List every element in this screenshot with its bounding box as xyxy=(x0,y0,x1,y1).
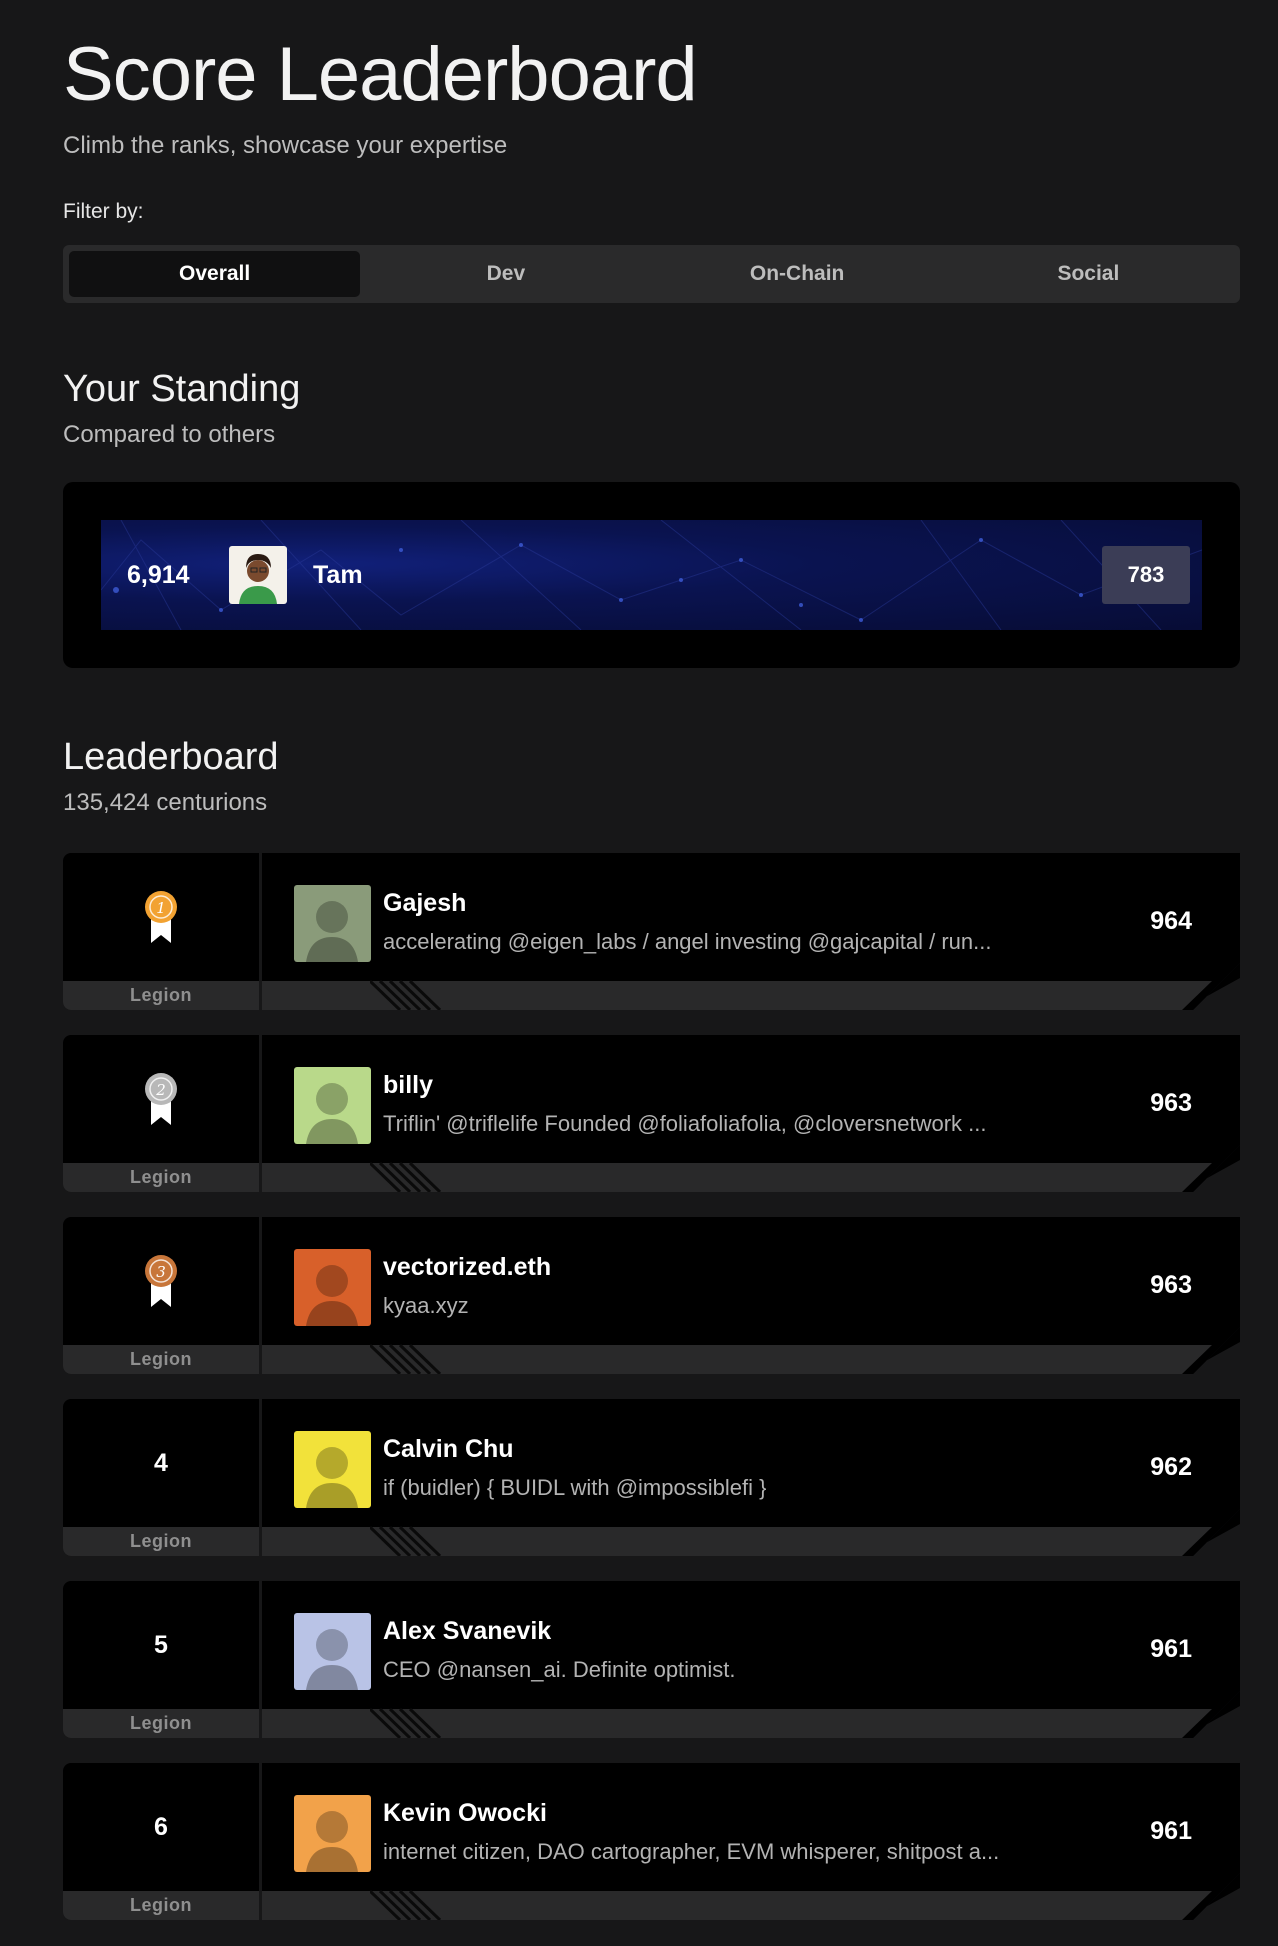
profile-score: 964 xyxy=(1150,906,1192,935)
tab-overall[interactable]: Overall xyxy=(69,251,361,297)
profile-score: 962 xyxy=(1150,1452,1192,1481)
profile-name[interactable]: Gajesh xyxy=(383,889,466,918)
rank-area: 6 xyxy=(63,1763,259,1891)
rank-area: 3 xyxy=(63,1217,259,1345)
profile-score: 961 xyxy=(1150,1816,1192,1845)
profile-name[interactable]: billy xyxy=(383,1071,433,1100)
leaderboard-row[interactable]: 4 Legion Calvin Chu if (buidler) { BUIDL… xyxy=(63,1399,1240,1556)
leaderboard-row[interactable]: 1 Legion Gajesh accelerating @eigen_labs… xyxy=(63,853,1240,1010)
avatar-icon xyxy=(294,1249,371,1326)
medal-gold-icon: 1 xyxy=(145,891,177,943)
profile-avatar xyxy=(294,1249,371,1326)
standing-subtitle: Compared to others xyxy=(63,421,276,448)
profile-panel: Alex Svanevik CEO @nansen_ai. Definite o… xyxy=(262,1581,1240,1738)
rank-area: 2 xyxy=(63,1035,259,1163)
medal-number: 1 xyxy=(156,899,166,917)
filter-label: Filter by: xyxy=(63,200,144,223)
tier-label: Legion xyxy=(63,981,259,1010)
avatar-icon xyxy=(294,885,371,962)
page-subtitle: Climb the ranks, showcase your expertise xyxy=(63,132,508,159)
tab-on-chain[interactable]: On-Chain xyxy=(652,251,943,297)
avatar-icon xyxy=(294,1067,371,1144)
rank-number: 5 xyxy=(154,1630,168,1659)
tier-label: Legion xyxy=(63,1163,259,1192)
profile-bio: internet citizen, DAO cartographer, EVM … xyxy=(383,1839,1000,1864)
rank-area: 4 xyxy=(63,1399,259,1527)
leaderboard-count: 135,424 centurions xyxy=(63,789,268,816)
profile-bio: accelerating @eigen_labs / angel investi… xyxy=(383,929,992,954)
profile-name[interactable]: Alex Svanevik xyxy=(383,1617,551,1646)
tier-label: Legion xyxy=(63,1527,259,1556)
page-title: Score Leaderboard xyxy=(63,32,698,117)
profile-score: 961 xyxy=(1150,1634,1192,1663)
rank-area: 1 xyxy=(63,853,259,981)
rank-panel: 4 Legion xyxy=(63,1399,259,1556)
profile-avatar xyxy=(294,1795,371,1872)
tab-social[interactable]: Social xyxy=(943,251,1234,297)
profile-score: 963 xyxy=(1150,1270,1192,1299)
tab-dev[interactable]: Dev xyxy=(360,251,651,297)
rank-area: 5 xyxy=(63,1581,259,1709)
rank-number: 4 xyxy=(154,1448,168,1477)
profile-avatar xyxy=(294,1613,371,1690)
user-avatar-icon xyxy=(229,546,287,604)
profile-bio: CEO @nansen_ai. Definite optimist. xyxy=(383,1657,736,1682)
standing-card: 6,914 Tam 783 xyxy=(63,482,1240,668)
profile-bio: Triflin' @triflelife Founded @foliafolia… xyxy=(383,1111,987,1136)
medal-number: 3 xyxy=(156,1263,166,1281)
profile-panel: Kevin Owocki internet citizen, DAO carto… xyxy=(262,1763,1240,1920)
rank-number: 6 xyxy=(154,1812,168,1841)
standing-rank: 6,914 xyxy=(127,560,190,589)
profile-avatar xyxy=(294,1067,371,1144)
profile-panel: Gajesh accelerating @eigen_labs / angel … xyxy=(262,853,1240,1010)
rank-panel: 1 Legion xyxy=(63,853,259,1010)
standing-row[interactable]: 6,914 Tam 783 xyxy=(101,520,1202,630)
profile-score: 963 xyxy=(1150,1088,1192,1117)
profile-panel: vectorized.eth kyaa.xyz 963 xyxy=(262,1217,1240,1374)
profile-panel: billy Triflin' @triflelife Founded @foli… xyxy=(262,1035,1240,1192)
profile-panel: Calvin Chu if (buidler) { BUIDL with @im… xyxy=(262,1399,1240,1556)
leaderboard-title: Leaderboard xyxy=(63,736,279,778)
profile-name[interactable]: vectorized.eth xyxy=(383,1253,551,1282)
tier-label: Legion xyxy=(63,1345,259,1374)
standing-name: Tam xyxy=(313,560,363,589)
leaderboard-row[interactable]: 3 Legion vectorized.eth kyaa.xyz 963 xyxy=(63,1217,1240,1374)
leaderboard-row[interactable]: 2 Legion billy Triflin' @triflelife Foun… xyxy=(63,1035,1240,1192)
profile-avatar xyxy=(294,1431,371,1508)
avatar-icon xyxy=(294,1795,371,1872)
standing-score: 783 xyxy=(1102,546,1190,604)
profile-bio: if (buidler) { BUIDL with @impossiblefi … xyxy=(383,1475,767,1500)
avatar-icon xyxy=(294,1613,371,1690)
rank-panel: 3 Legion xyxy=(63,1217,259,1374)
profile-avatar xyxy=(294,885,371,962)
rank-panel: 2 Legion xyxy=(63,1035,259,1192)
leaderboard-row[interactable]: 5 Legion Alex Svanevik CEO @nansen_ai. D… xyxy=(63,1581,1240,1738)
rank-panel: 6 Legion xyxy=(63,1763,259,1920)
leaderboard-list: 1 Legion Gajesh accelerating @eigen_labs… xyxy=(63,853,1240,1945)
tier-label: Legion xyxy=(63,1709,259,1738)
tier-label: Legion xyxy=(63,1891,259,1920)
medal-bronze-icon: 3 xyxy=(145,1255,177,1307)
profile-bio: kyaa.xyz xyxy=(383,1293,469,1318)
filter-tabs: Overall Dev On-Chain Social xyxy=(63,245,1240,303)
avatar-icon xyxy=(294,1431,371,1508)
medal-number: 2 xyxy=(155,1081,166,1099)
standing-title: Your Standing xyxy=(63,368,301,410)
profile-name[interactable]: Kevin Owocki xyxy=(383,1799,547,1828)
leaderboard-row[interactable]: 6 Legion Kevin Owocki internet citizen, … xyxy=(63,1763,1240,1920)
rank-panel: 5 Legion xyxy=(63,1581,259,1738)
profile-name[interactable]: Calvin Chu xyxy=(383,1435,514,1464)
medal-silver-icon: 2 xyxy=(145,1073,177,1125)
